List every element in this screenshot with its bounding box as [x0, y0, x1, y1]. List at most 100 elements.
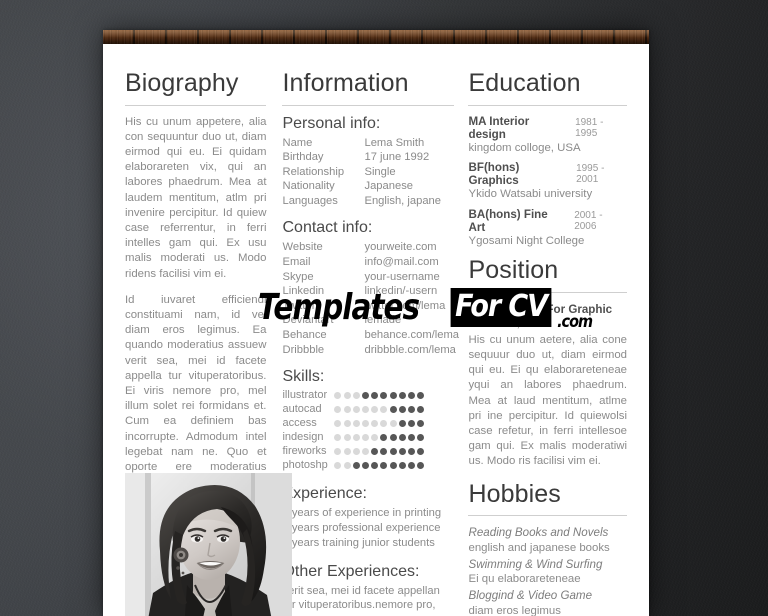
skill-dot	[343, 406, 351, 414]
education-degree: BF(hons) Graphics	[468, 161, 520, 188]
skill-row: autocad	[282, 403, 454, 416]
personal-info-value: 17 june 1992	[364, 151, 430, 164]
contact-info-heading: Contact info:	[282, 219, 373, 237]
skill-dot	[334, 434, 342, 442]
skill-dot	[334, 420, 342, 428]
skill-dot	[343, 448, 351, 456]
hobby-description: diam eros legimus	[468, 604, 561, 616]
education-school: Ykido Watsabi university	[468, 188, 593, 201]
education-entry-header: BA(hons) Fine Art 2001 - 2006	[468, 208, 627, 234]
information-title: Information	[282, 69, 409, 97]
skill-dot	[417, 462, 425, 470]
skill-dot	[380, 434, 388, 442]
skill-dot	[334, 462, 342, 470]
skill-name: fireworks	[282, 445, 327, 458]
skill-row: access	[282, 417, 454, 430]
education-years: 2001 - 2006	[574, 209, 603, 232]
skill-dot	[389, 406, 397, 414]
contact-info-key: Dribbble	[282, 343, 325, 356]
contact-info-key: Behance	[282, 329, 327, 342]
skill-name: illustrator	[282, 389, 328, 402]
experience-heading: Experience:	[282, 485, 367, 503]
personal-info-value: English, japane	[364, 194, 441, 207]
hobby-description: Ei qu elaborareteneae	[468, 573, 581, 586]
skill-dot	[334, 406, 342, 414]
personal-info-key: Languages	[282, 194, 338, 207]
contact-info-row: Deviantart lemade	[282, 313, 454, 328]
skill-dot	[343, 462, 351, 470]
skill-name: photoshp	[282, 459, 328, 472]
contact-info-row: Twitter twitter.com/lema	[282, 299, 454, 314]
hobby-name: Bloggind & Video Game	[468, 589, 593, 603]
biography-divider	[125, 104, 267, 106]
biography-title: Biography	[125, 69, 239, 97]
personal-info-heading: Personal info:	[282, 114, 381, 132]
skill-dot	[380, 406, 388, 414]
skill-dot	[398, 406, 406, 414]
education-entry-header: MA Interior design 1981 - 1995	[468, 115, 627, 141]
skill-dot	[352, 406, 360, 414]
skill-dot	[343, 420, 351, 428]
skill-dot	[389, 392, 397, 400]
skill-dot	[407, 420, 415, 428]
education-years: 1995 - 2001	[576, 163, 605, 186]
hobbies-divider	[468, 515, 627, 517]
skill-dot	[407, 448, 415, 456]
skill-dot	[371, 434, 379, 442]
contact-info-value: behance.com/lema	[364, 329, 460, 342]
skill-dot	[371, 462, 379, 470]
skill-row: illustrator	[282, 389, 454, 402]
portrait-photo	[125, 473, 292, 616]
experience-item: 3 years of experience in printing	[282, 507, 442, 520]
skill-dot	[343, 434, 351, 442]
hobby-name: Swimming & Wind Surfing	[468, 557, 603, 571]
skill-dot	[334, 392, 342, 400]
skill-dot	[389, 448, 397, 456]
education-degree: BA(hons) Fine Art	[468, 207, 548, 234]
hobbies-title: Hobbies	[468, 479, 561, 508]
contact-info-value: info@mail.com	[364, 256, 439, 269]
contact-info-list: Website yourweite.com Email info@mail.com Sk…	[282, 240, 459, 357]
skill-name: autocad	[282, 403, 322, 416]
personal-info-row: Relationship Single	[282, 165, 454, 180]
education-column: Education MA Interior design 1981 - 1995 k…	[468, 69, 627, 616]
personal-info-key: Name	[282, 136, 313, 149]
skill-dot	[371, 406, 379, 414]
education-school: kingdom colloge, USA	[468, 141, 581, 154]
information-column: Information Personal info: Name Lema Smit…	[282, 69, 468, 616]
hobby-entry: Swimming & Wind Surfing Ei qu elaborarete…	[468, 557, 627, 588]
wood-header-strip	[103, 30, 649, 44]
skill-row: photoshp	[282, 459, 454, 472]
skill-dot	[398, 462, 406, 470]
hobbies-list: Reading Books and Novels english and japa…	[468, 525, 627, 616]
personal-info-key: Birthday	[282, 151, 324, 164]
position-company: Big Company For Graphic	[468, 302, 613, 316]
skill-level-meter	[334, 448, 425, 456]
skill-dot	[407, 462, 415, 470]
skill-dot	[407, 434, 415, 442]
experience-item: 5 years professional experience	[282, 522, 441, 535]
skill-dot	[380, 448, 388, 456]
skill-dot	[389, 434, 397, 442]
skill-dot	[352, 434, 360, 442]
education-divider	[468, 104, 627, 106]
skill-dot	[380, 392, 388, 400]
skill-dot	[334, 448, 342, 456]
personal-info-value: Single	[364, 165, 396, 178]
contact-info-row: Website yourweite.com	[282, 240, 454, 255]
skill-dot	[362, 420, 370, 428]
contact-info-key: Email	[282, 256, 311, 269]
skill-dot	[371, 420, 379, 428]
skill-row: indesign	[282, 431, 454, 444]
portrait-photo-image	[125, 473, 292, 616]
other-experience-item: verit sea, mei id facete appellan	[282, 584, 440, 597]
education-degree: MA Interior design	[468, 114, 530, 141]
personal-info-list: Name Lema Smith Birthday 17 june 1992 Relati…	[282, 136, 454, 209]
position-divider	[468, 291, 627, 293]
skill-dot	[352, 462, 360, 470]
skill-dot	[371, 392, 379, 400]
education-entry-header: BF(hons) Graphics 1995 - 2001	[468, 161, 627, 187]
skill-dot	[380, 420, 388, 428]
skill-level-meter	[334, 462, 425, 470]
education-entry: BF(hons) Graphics 1995 - 2001 Ykido Watsab…	[468, 161, 627, 202]
